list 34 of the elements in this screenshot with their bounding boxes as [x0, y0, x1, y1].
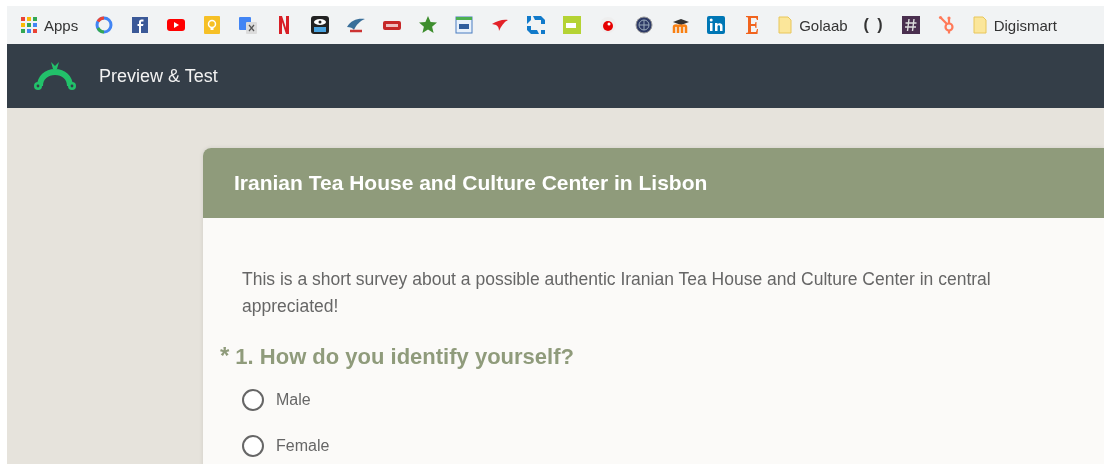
site-icon [310, 15, 331, 35]
bookmark-link[interactable]: ( ) [863, 13, 885, 37]
folder-icon [972, 16, 987, 34]
site-icon [598, 15, 619, 35]
site-icon [202, 15, 223, 35]
folder-bookmark[interactable]: Digismart [972, 13, 1058, 37]
site-icon [706, 15, 727, 35]
logo-icon [31, 60, 79, 92]
site-icon [562, 15, 583, 35]
site-bookmark[interactable] [900, 13, 921, 37]
page-title: Preview & Test [99, 65, 218, 87]
site-bookmark[interactable] [310, 13, 331, 37]
site-icon [634, 15, 655, 35]
option-label[interactable]: Male [276, 391, 311, 409]
apps-grid-icon [21, 17, 37, 33]
site-bookmark[interactable] [634, 13, 655, 37]
survey-intro-line: This is a short survey about a possible authentic Iranian Tea House and Culture Center in central [242, 268, 992, 291]
required-mark: * [220, 342, 230, 370]
folder-icon [778, 16, 793, 34]
radio-button[interactable] [242, 389, 264, 411]
site-icon [454, 15, 475, 35]
star-icon [418, 15, 439, 35]
site-icon [130, 15, 151, 35]
folder-bookmark[interactable]: Golaab [778, 13, 848, 37]
site-icon [526, 15, 547, 35]
survey-intro-line: appreciated! [242, 295, 340, 318]
hash-icon [900, 15, 921, 35]
option-label[interactable]: Female [276, 437, 330, 455]
site-icon [238, 15, 259, 35]
radio-button[interactable] [242, 435, 264, 457]
survey-title: Iranian Tea House and Culture Center in Lisbon [234, 171, 708, 195]
site-icon [94, 15, 115, 35]
question-title: 1. How do you identify yourself? [235, 344, 574, 370]
apps-bookmark[interactable]: Apps [21, 13, 79, 37]
